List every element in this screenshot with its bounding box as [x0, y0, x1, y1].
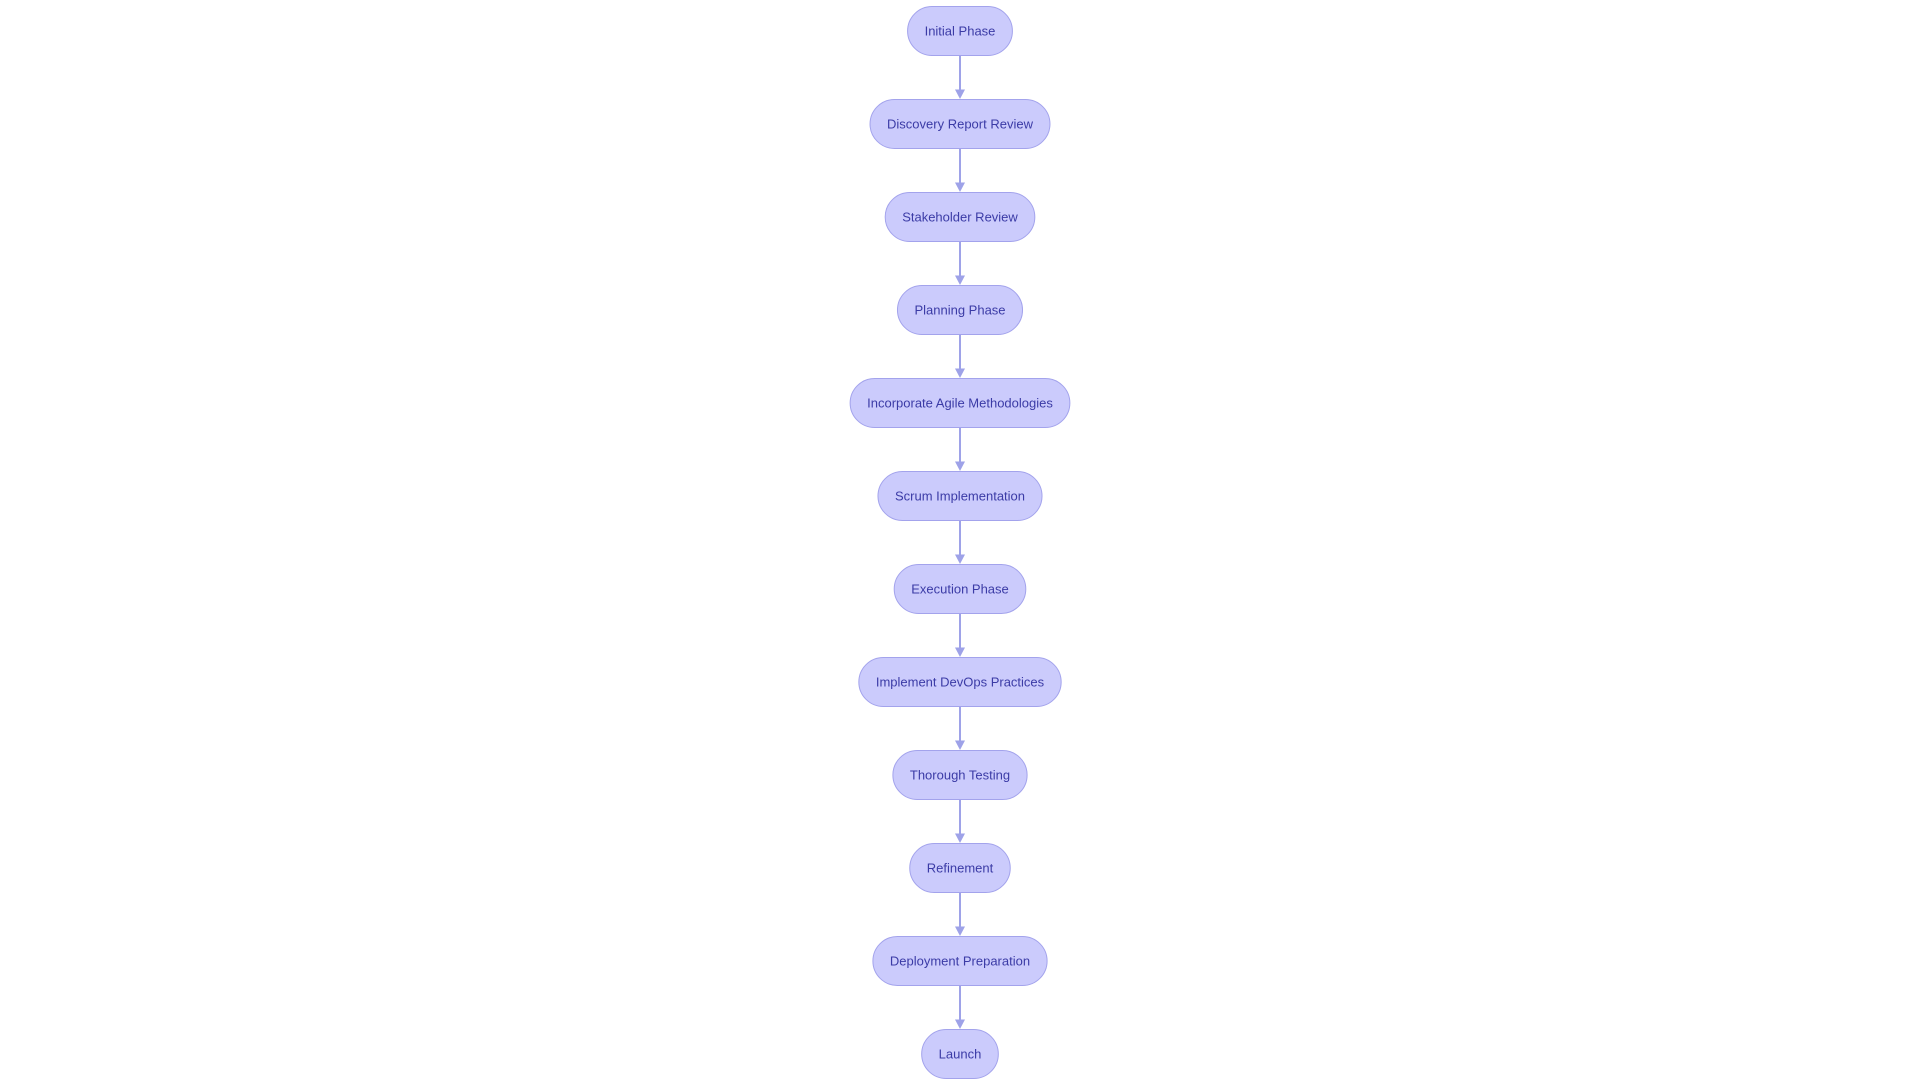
flowchart-node: Stakeholder Review	[884, 192, 1036, 242]
arrowhead-icon	[955, 554, 965, 564]
flowchart-node: Launch	[921, 1029, 999, 1079]
arrowhead-icon	[955, 368, 965, 378]
flowchart-edge	[955, 892, 965, 936]
node-label: Initial Phase	[925, 24, 996, 39]
node-label: Refinement	[927, 861, 994, 876]
node-label: Deployment Preparation	[890, 954, 1030, 969]
flowchart-node: Execution Phase	[893, 564, 1027, 614]
flowchart-node: Thorough Testing	[892, 750, 1028, 800]
arrowhead-icon	[955, 740, 965, 750]
flowchart-node: Deployment Preparation	[872, 936, 1048, 986]
arrowhead-icon	[955, 89, 965, 99]
arrowhead-icon	[955, 182, 965, 192]
flowchart-node: Scrum Implementation	[877, 471, 1043, 521]
flowchart-node: Planning Phase	[896, 285, 1024, 335]
flowchart-edge	[955, 241, 965, 285]
flowchart-edge	[955, 334, 965, 378]
node-label: Implement DevOps Practices	[876, 675, 1045, 690]
flowchart-edge	[955, 613, 965, 657]
node-label: Planning Phase	[914, 303, 1005, 318]
arrowhead-icon	[955, 833, 965, 843]
flowchart-node: Implement DevOps Practices	[858, 657, 1062, 707]
node-label: Launch	[939, 1047, 982, 1062]
flowchart-node: Refinement	[909, 843, 1011, 893]
flowchart-edge	[955, 55, 965, 99]
arrowhead-icon	[955, 1019, 965, 1029]
node-label: Execution Phase	[911, 582, 1009, 597]
flowchart-edge	[955, 520, 965, 564]
flowchart-node: Discovery Report Review	[869, 99, 1051, 149]
node-label: Thorough Testing	[910, 768, 1010, 783]
node-label: Scrum Implementation	[895, 489, 1025, 504]
arrowhead-icon	[955, 647, 965, 657]
flowchart-diagram: Initial Phase Discovery Report Review Stak…	[849, 6, 1071, 1079]
flowchart-edge	[955, 985, 965, 1029]
arrowhead-icon	[955, 275, 965, 285]
flowchart-node: Initial Phase	[907, 6, 1013, 56]
node-label: Stakeholder Review	[902, 210, 1018, 225]
flowchart-edge	[955, 799, 965, 843]
flowchart-edge	[955, 148, 965, 192]
arrowhead-icon	[955, 926, 965, 936]
flowchart-node: Incorporate Agile Methodologies	[849, 378, 1071, 428]
flowchart-edge	[955, 706, 965, 750]
arrowhead-icon	[955, 461, 965, 471]
node-label: Discovery Report Review	[887, 117, 1034, 132]
flowchart-edge	[955, 427, 965, 471]
node-label: Incorporate Agile Methodologies	[867, 396, 1053, 411]
